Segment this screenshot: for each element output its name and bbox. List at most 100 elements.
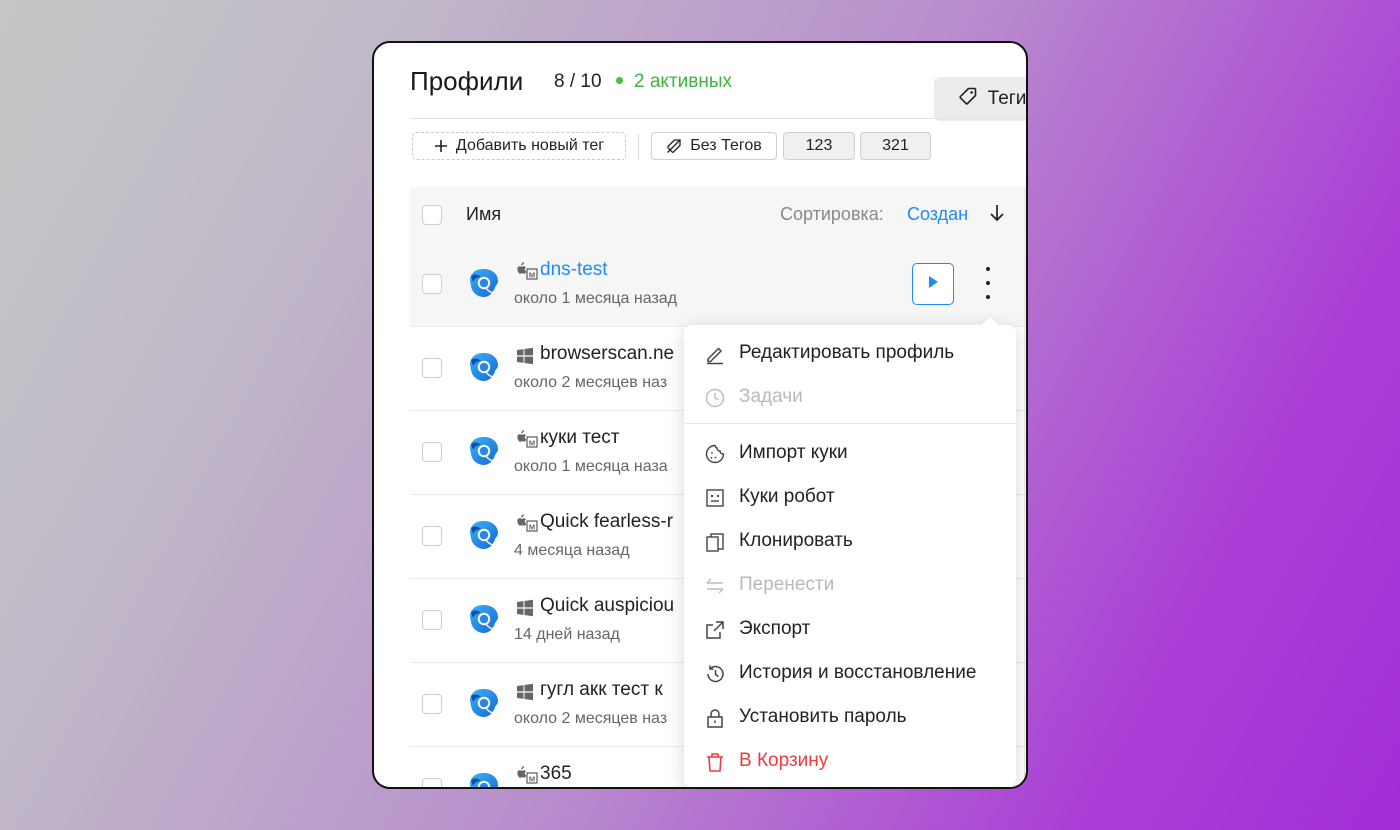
profile-created-time: 14 дней назад xyxy=(514,626,620,643)
column-name-header[interactable]: Имя xyxy=(466,204,501,225)
profile-created-time: около 2 месяцев наз xyxy=(514,374,668,391)
menu-item-label: Клонировать xyxy=(739,530,853,551)
add-tag-button[interactable]: Добавить новый тег xyxy=(412,132,626,160)
windows-icon xyxy=(516,347,534,370)
sort-field-selector[interactable]: Создан xyxy=(907,204,968,225)
more-dot xyxy=(986,281,990,285)
play-icon xyxy=(926,274,940,295)
browser-icon xyxy=(468,771,500,787)
active-status-dot xyxy=(616,77,623,84)
macos-icon: M xyxy=(516,429,538,454)
svg-text:M: M xyxy=(529,438,535,447)
panel-header: Профили 8 / 10 2 активных Теги xyxy=(410,65,1026,121)
profile-name[interactable]: Quick fearless-r xyxy=(540,511,673,533)
cookie-icon xyxy=(704,443,726,465)
list-scroll-edge xyxy=(1024,187,1025,787)
profile-name[interactable]: гугл акк тест к xyxy=(540,679,663,701)
macos-icon: M xyxy=(516,261,538,286)
profile-created-time: 4 месяца назад xyxy=(514,542,630,559)
no-tags-label: Без Тегов xyxy=(690,137,762,154)
macos-icon: M xyxy=(516,513,538,538)
table-header: Имя Сортировка: Создан xyxy=(410,187,1026,243)
row-checkbox[interactable] xyxy=(422,358,442,378)
browser-icon xyxy=(468,435,500,472)
start-profile-button[interactable] xyxy=(912,263,954,305)
row-checkbox[interactable] xyxy=(422,442,442,462)
browser-icon xyxy=(468,603,500,640)
menu-item-label: Куки робот xyxy=(739,486,835,507)
menu-item-label: Установить пароль xyxy=(739,706,907,727)
menu-item-label: Редактировать профиль xyxy=(739,342,955,363)
lock-icon xyxy=(704,707,726,729)
profile-context-menu: Редактировать профиль Задачи Импорт куки Ку… xyxy=(684,316,1016,787)
windows-icon xyxy=(516,683,534,706)
arrow-down-icon[interactable] xyxy=(988,203,1006,228)
add-tag-label: Добавить новый тег xyxy=(455,137,605,154)
svg-text:M: M xyxy=(529,522,535,531)
browser-icon xyxy=(468,351,500,388)
no-tags-filter[interactable]: Без Тегов xyxy=(651,132,777,160)
profile-name[interactable]: dns-test xyxy=(540,259,608,281)
profile-name[interactable]: browserscan.ne xyxy=(540,343,674,365)
browser-icon xyxy=(468,687,500,724)
menu-item-label: Экспорт xyxy=(739,618,811,639)
menu-item-cookie[interactable]: Импорт куки xyxy=(684,431,1016,475)
plus-icon xyxy=(434,139,448,153)
trash-icon xyxy=(704,751,726,773)
menu-item-trash[interactable]: В Корзину xyxy=(684,739,1016,783)
profile-name[interactable]: куки тест xyxy=(540,427,620,449)
menu-item-pencil[interactable]: Редактировать профиль xyxy=(684,331,1016,375)
row-checkbox[interactable] xyxy=(422,694,442,714)
tag-icon xyxy=(958,86,978,112)
menu-item-label: Импорт куки xyxy=(739,442,848,463)
svg-text:M: M xyxy=(529,774,535,783)
svg-text:M: M xyxy=(529,270,535,279)
menu-item-label: Задачи xyxy=(739,386,803,407)
tag-chip[interactable]: 123 xyxy=(783,132,855,160)
menu-item-label: В Корзину xyxy=(739,750,829,771)
browser-icon xyxy=(468,519,500,556)
row-checkbox[interactable] xyxy=(422,526,442,546)
row-checkbox[interactable] xyxy=(422,610,442,630)
profiles-panel: Профили 8 / 10 2 активных Теги Добавить … xyxy=(372,41,1028,789)
profile-created-time: около 1 месяца наза xyxy=(514,458,668,475)
more-actions-button[interactable] xyxy=(978,267,998,299)
transfer-icon xyxy=(704,575,726,597)
tagbar-separator xyxy=(638,134,639,160)
profile-name[interactable]: Quick auspiciou xyxy=(540,595,674,617)
row-checkbox[interactable] xyxy=(422,274,442,294)
header-divider xyxy=(410,118,1026,119)
profile-count: 8 / 10 xyxy=(554,71,602,92)
table-row[interactable]: Mdns-test около 1 месяца назад xyxy=(410,243,1026,327)
menu-item-clock: Задачи xyxy=(684,375,1016,419)
menu-item-history[interactable]: История и восстановление xyxy=(684,651,1016,695)
page-title: Профили xyxy=(410,66,524,96)
tags-button[interactable]: Теги xyxy=(934,77,1026,121)
select-all-checkbox[interactable] xyxy=(422,205,442,225)
menu-divider xyxy=(684,423,1016,424)
robot-icon xyxy=(704,487,726,509)
menu-item-label: История и восстановление xyxy=(739,662,977,683)
browser-icon xyxy=(468,267,500,304)
profile-created-time: около 1 месяца назад xyxy=(514,290,678,307)
row-checkbox[interactable] xyxy=(422,778,442,787)
menu-item-lock[interactable]: Установить пароль xyxy=(684,695,1016,739)
more-dot xyxy=(986,295,990,299)
profile-created-time: около 2 месяцев наз xyxy=(514,710,668,727)
menu-item-export[interactable]: Экспорт xyxy=(684,607,1016,651)
status-badge xyxy=(928,787,944,789)
menu-item-transfer: Перенести xyxy=(684,563,1016,607)
menu-item-label: Перенести xyxy=(739,574,835,595)
more-dot xyxy=(986,267,990,271)
clock-icon xyxy=(704,387,726,409)
export-icon xyxy=(704,619,726,641)
tag-off-icon xyxy=(666,138,682,154)
menu-item-robot[interactable]: Куки робот xyxy=(684,475,1016,519)
macos-icon: M xyxy=(516,765,538,787)
windows-icon xyxy=(516,599,534,622)
menu-item-copy[interactable]: Клонировать xyxy=(684,519,1016,563)
profile-name[interactable]: 365 xyxy=(540,763,572,785)
tag-chip[interactable]: 321 xyxy=(860,132,931,160)
pencil-icon xyxy=(704,343,726,365)
copy-icon xyxy=(704,531,726,553)
